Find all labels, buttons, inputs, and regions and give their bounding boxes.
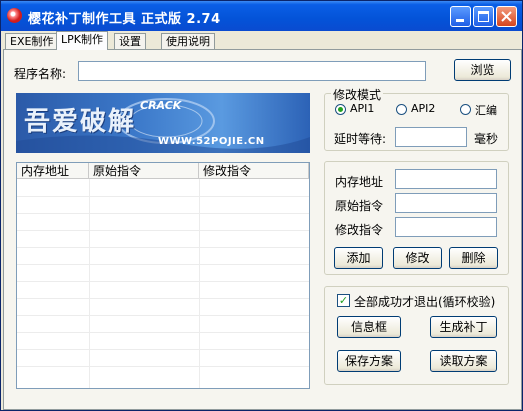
edit-group: 内存地址 原始指令 修改指令 添加 修改 删除 bbox=[324, 161, 509, 275]
tab-content: 程序名称: 浏览 吾爱破解 CRACK WWW.52POJIE.CN 内存地址 … bbox=[3, 49, 522, 410]
save-scheme-button[interactable]: 保存方案 bbox=[337, 350, 401, 372]
minimize-button[interactable] bbox=[450, 6, 471, 27]
row-divider bbox=[17, 349, 309, 350]
radio-api2-label[interactable]: API2 bbox=[411, 102, 435, 115]
address-label: 内存地址 bbox=[335, 175, 384, 189]
modify-button[interactable]: 修改 bbox=[393, 247, 442, 269]
program-name-label: 程序名称: bbox=[14, 67, 67, 81]
exit-check-label[interactable]: 全部成功才退出(循环校验) bbox=[354, 293, 495, 310]
column-header-address[interactable]: 内存地址 bbox=[17, 163, 89, 179]
radio-api2[interactable] bbox=[396, 104, 407, 115]
delete-button[interactable]: 删除 bbox=[449, 247, 498, 269]
exit-check-checkbox[interactable]: ✓ bbox=[337, 294, 350, 307]
minimize-icon bbox=[456, 19, 464, 22]
banner-crack-text: CRACK bbox=[140, 99, 182, 112]
radio-asm[interactable] bbox=[460, 104, 471, 115]
sakura-app-icon[interactable] bbox=[7, 8, 22, 23]
row-divider bbox=[17, 230, 309, 231]
row-divider bbox=[17, 264, 309, 265]
close-icon bbox=[501, 11, 512, 22]
maximize-icon bbox=[478, 11, 489, 22]
modified-input[interactable] bbox=[395, 217, 497, 237]
column-divider bbox=[199, 179, 200, 388]
row-divider bbox=[17, 366, 309, 367]
row-divider bbox=[17, 196, 309, 197]
modified-label: 修改指令 bbox=[335, 223, 384, 237]
row-divider bbox=[17, 332, 309, 333]
window-title: 樱花补丁制作工具 正式版 2.74 bbox=[28, 12, 221, 27]
maximize-button[interactable] bbox=[473, 6, 494, 27]
generate-patch-button[interactable]: 生成补丁 bbox=[430, 316, 497, 338]
modify-mode-group: 修改模式 API1 API2 汇编 延时等待: 毫秒 bbox=[324, 86, 509, 151]
delay-label: 延时等待: bbox=[334, 132, 387, 146]
program-name-input[interactable] bbox=[78, 61, 426, 81]
column-header-original[interactable]: 原始指令 bbox=[89, 163, 199, 179]
row-divider bbox=[17, 281, 309, 282]
original-input[interactable] bbox=[395, 193, 497, 213]
radio-asm-label[interactable]: 汇编 bbox=[475, 102, 497, 118]
close-button[interactable] bbox=[496, 6, 517, 27]
modify-mode-legend: 修改模式 bbox=[331, 86, 384, 103]
radio-api1-label[interactable]: API1 bbox=[350, 102, 374, 115]
tab-settings[interactable]: 设置 bbox=[114, 33, 146, 49]
delay-input[interactable] bbox=[395, 127, 467, 147]
browse-button[interactable]: 浏览 bbox=[454, 59, 511, 81]
msgbox-button[interactable]: 信息框 bbox=[337, 316, 401, 338]
tab-help[interactable]: 使用说明 bbox=[161, 33, 215, 49]
actions-group: ✓ 全部成功才退出(循环校验) 信息框 生成补丁 保存方案 读取方案 bbox=[324, 286, 509, 385]
row-divider bbox=[17, 315, 309, 316]
banner-logo: 吾爱破解 CRACK WWW.52POJIE.CN bbox=[16, 93, 310, 153]
row-divider bbox=[17, 247, 309, 248]
tab-lpk[interactable]: LPK制作 bbox=[56, 31, 108, 50]
load-scheme-button[interactable]: 读取方案 bbox=[430, 350, 497, 372]
radio-api1[interactable] bbox=[335, 104, 346, 115]
delay-unit-label: 毫秒 bbox=[474, 132, 499, 146]
banner-logo-text: 吾爱破解 bbox=[24, 107, 137, 137]
banner-url-text: WWW.52POJIE.CN bbox=[158, 136, 265, 147]
original-label: 原始指令 bbox=[335, 199, 384, 213]
column-header-modified[interactable]: 修改指令 bbox=[199, 163, 309, 179]
row-divider bbox=[17, 298, 309, 299]
title-bar[interactable]: 樱花补丁制作工具 正式版 2.74 bbox=[1, 1, 522, 31]
address-input[interactable] bbox=[395, 169, 497, 189]
main-window: 樱花补丁制作工具 正式版 2.74 EXE制作 LPK制作 设置 使用说明 程序… bbox=[0, 0, 523, 411]
column-divider bbox=[89, 179, 90, 388]
row-divider bbox=[17, 213, 309, 214]
add-button[interactable]: 添加 bbox=[334, 247, 383, 269]
tab-exe[interactable]: EXE制作 bbox=[5, 33, 59, 49]
patch-table[interactable]: 内存地址 原始指令 修改指令 bbox=[16, 162, 310, 389]
